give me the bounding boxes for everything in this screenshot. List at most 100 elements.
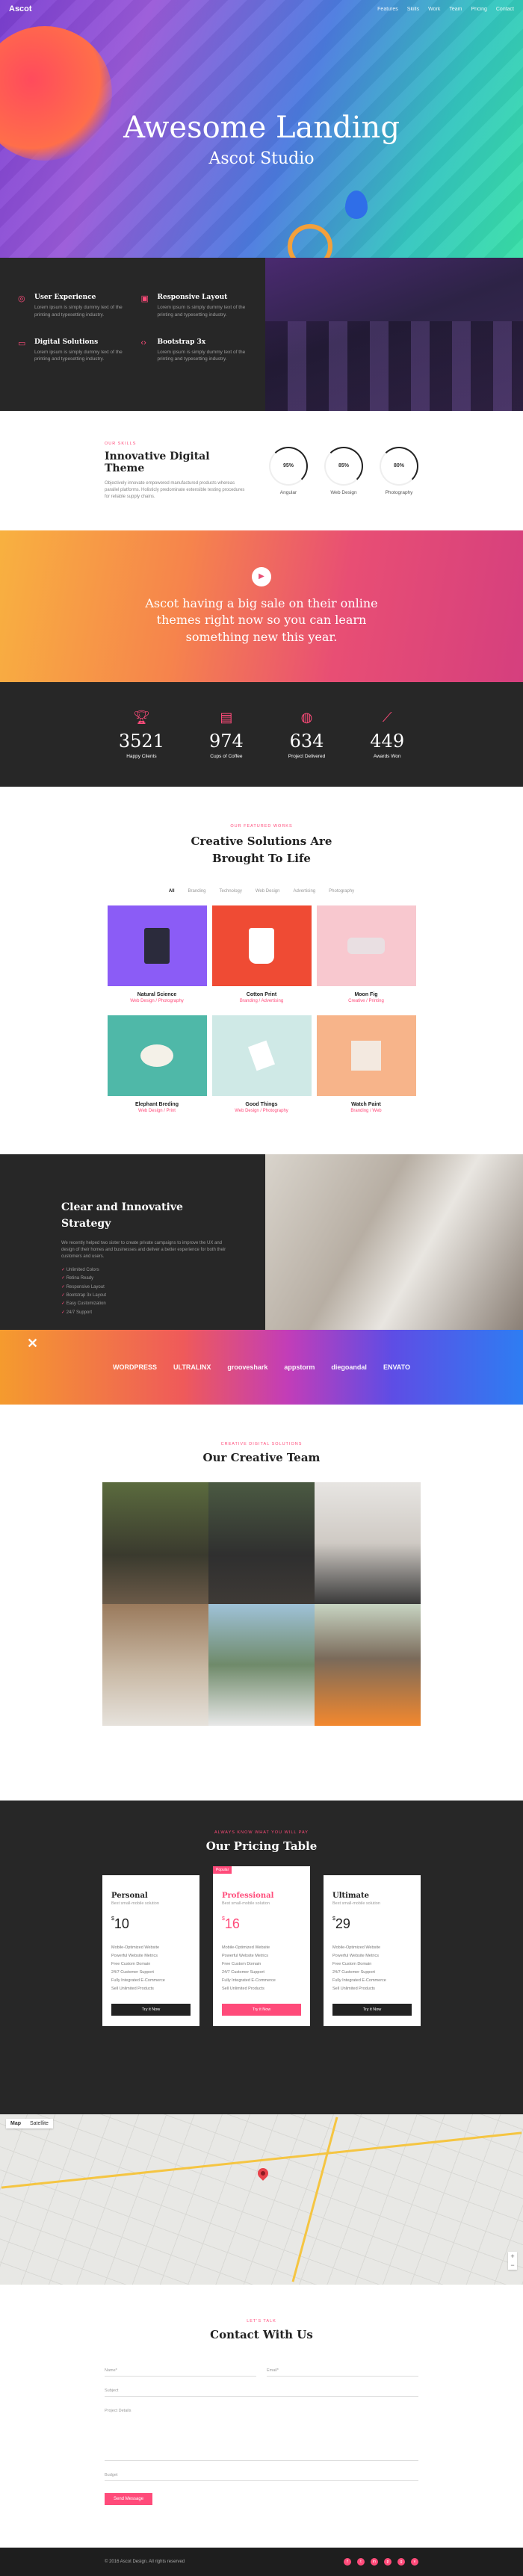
portfolio-image-apron (211, 905, 312, 986)
map-zoom-controls: + − (508, 2252, 517, 2270)
skills-section: Our Skills Innovative Digital Theme Obje… (0, 411, 523, 530)
globe-icon: ◍ (300, 710, 313, 725)
portfolio-card[interactable]: Good Things Web Design / Photography (211, 1015, 312, 1121)
send-message-button[interactable]: Send Message (105, 2493, 153, 2505)
skill-percent: 80% (380, 446, 418, 486)
brand-logo: grooveshark (227, 1363, 268, 1371)
portfolio-image-cosmetics (316, 1015, 416, 1096)
portfolio-card[interactable]: Watch Paint Branding / Web (316, 1015, 416, 1121)
plan-feature: Free Custom Domain (332, 1962, 372, 1966)
plan-feature: Mobile-Optimized Website (332, 1945, 381, 1950)
team-member-photo[interactable] (315, 1604, 421, 1726)
filter-technology[interactable]: Technology (220, 889, 242, 894)
site-logo[interactable]: Ascot (9, 4, 32, 13)
portfolio-card[interactable]: Elephant Breding Web Design / Print (107, 1015, 207, 1121)
google-plus-icon[interactable]: g (397, 2558, 405, 2566)
team-member-photo[interactable] (102, 1482, 208, 1604)
team-member-photo[interactable] (208, 1604, 315, 1726)
nav-item-pricing[interactable]: Pricing (471, 7, 486, 12)
portfolio-card[interactable]: Cotton Print Branding / Advertising (211, 905, 312, 1011)
pricing-plan-professional: Popular Professional Best small-mobile s… (213, 1866, 310, 2026)
feature-title: User Experience (34, 294, 96, 301)
filter-web-design[interactable]: Web Design (256, 889, 280, 894)
strategy-title-line2: Strategy (61, 1218, 111, 1230)
pricing-tag: Always Know What You Will Pay (214, 1830, 309, 1835)
portfolio-category: Creative / Printing (348, 999, 384, 1003)
try-now-button[interactable]: Try it Now (111, 2004, 191, 2016)
email-field[interactable]: Email* (267, 2361, 418, 2377)
strategy-list-item: Bootstrap 3x Layout (61, 1292, 235, 1300)
pinterest-icon[interactable]: p (384, 2558, 392, 2566)
stat-label: Awards Won (373, 754, 401, 759)
plan-feature: Fully Integrated E-Commerce (332, 1978, 386, 1983)
feature-responsive-layout: ▣ Responsive Layout Lorem ipsum is simply… (141, 294, 251, 319)
map-tab-map[interactable]: Map (6, 2119, 25, 2128)
stat-number: 974 (208, 731, 244, 752)
code-icon: ‹› (140, 338, 146, 347)
layout-icon: ▣ (140, 294, 149, 303)
linkedin-icon[interactable]: in (371, 2558, 378, 2566)
features-section: ◎ User Experience Lorem ipsum is simply d… (0, 258, 523, 411)
nav-item-contact[interactable]: Contact (496, 7, 514, 12)
filter-branding[interactable]: Branding (188, 889, 205, 894)
contact-form: Name* Email* Subject Project Details Bud… (105, 2361, 418, 2505)
play-icon[interactable]: ▶ (252, 566, 271, 586)
stat-label: Happy Clients (126, 754, 157, 759)
plan-feature: Powerful Website Metrics (332, 1954, 379, 1958)
portfolio-image-tote-bag (107, 905, 207, 986)
portfolio-card[interactable]: Moon Fig Creative / Printing (316, 905, 416, 1011)
features-photo-people (265, 321, 523, 411)
facebook-icon[interactable]: f (344, 2558, 351, 2566)
zoom-in-icon[interactable]: + (508, 2252, 517, 2261)
zoom-out-icon[interactable]: − (508, 2261, 517, 2270)
map-tab-satellite[interactable]: Satellite (25, 2119, 53, 2128)
twitter-icon[interactable]: t (357, 2558, 365, 2566)
map-type-tabs: Map Satellite (6, 2119, 53, 2128)
team-member-photo[interactable] (315, 1482, 421, 1604)
brand-logo: diegoandal (331, 1363, 367, 1371)
plan-name: Personal (111, 1892, 148, 1900)
portfolio-title: Good Things (245, 1102, 278, 1107)
portfolio-title: Elephant Breding (135, 1102, 179, 1107)
nav-item-team[interactable]: Team (449, 7, 462, 12)
filter-advertising[interactable]: Advertising (293, 889, 315, 894)
budget-select[interactable]: Budget (105, 2465, 418, 2481)
plan-price-value: 10 (114, 1916, 129, 1931)
stat-number: 3521 (118, 731, 164, 752)
skill-circle-angular: 95% Angular (269, 446, 308, 495)
subject-field[interactable]: Subject (105, 2381, 418, 2397)
screen-icon: ▭ (18, 338, 26, 348)
skills-tag: Our Skills (105, 441, 137, 446)
message-field[interactable]: Project Details (105, 2401, 418, 2461)
map-section[interactable]: Map Satellite + − (0, 2114, 523, 2285)
nav-item-skills[interactable]: Skills (407, 7, 419, 12)
strategy-list-item: 24/7 Support (61, 1309, 235, 1317)
team-member-photo[interactable] (102, 1604, 208, 1726)
team-grid (0, 1482, 523, 1726)
vimeo-icon[interactable]: v (411, 2558, 418, 2566)
try-now-button[interactable]: Try it Now (332, 2004, 412, 2016)
try-now-button[interactable]: Try it Now (222, 2004, 301, 2016)
skill-circle-web-design: 85% Web Design (324, 446, 363, 495)
hero-title: Awesome Landing (123, 111, 400, 145)
pricing-section: Always Know What You Will Pay Our Pricin… (0, 1801, 523, 2114)
nav-item-features[interactable]: Features (377, 7, 398, 12)
promo-video-section: ▶ Ascot having a big sale on their onlin… (0, 530, 523, 682)
contact-title: Contact With Us (210, 2328, 313, 2341)
strategy-team-photo (265, 1154, 523, 1330)
skill-percent: 95% (269, 446, 308, 486)
portfolio-card[interactable]: Natural Science Web Design / Photography (107, 905, 207, 1011)
team-member-photo[interactable] (208, 1482, 315, 1604)
filter-all[interactable]: All (169, 889, 175, 894)
nav-item-work[interactable]: Work (428, 7, 440, 12)
name-field[interactable]: Name* (105, 2361, 256, 2377)
portfolio-category: Branding / Advertising (239, 999, 284, 1003)
skills-title: Innovative Digital Theme (105, 450, 210, 474)
feature-title: Digital Solutions (34, 338, 99, 346)
portfolio-title-line2: Brought To Life (212, 851, 311, 865)
filter-photography[interactable]: Photography (329, 889, 354, 894)
portfolio-title: Moon Fig (354, 992, 378, 997)
stat-number: 449 (370, 731, 405, 752)
strategy-list-item: Easy Customization (61, 1300, 235, 1308)
promo-text: Ascot having a big sale on their online … (145, 595, 378, 644)
